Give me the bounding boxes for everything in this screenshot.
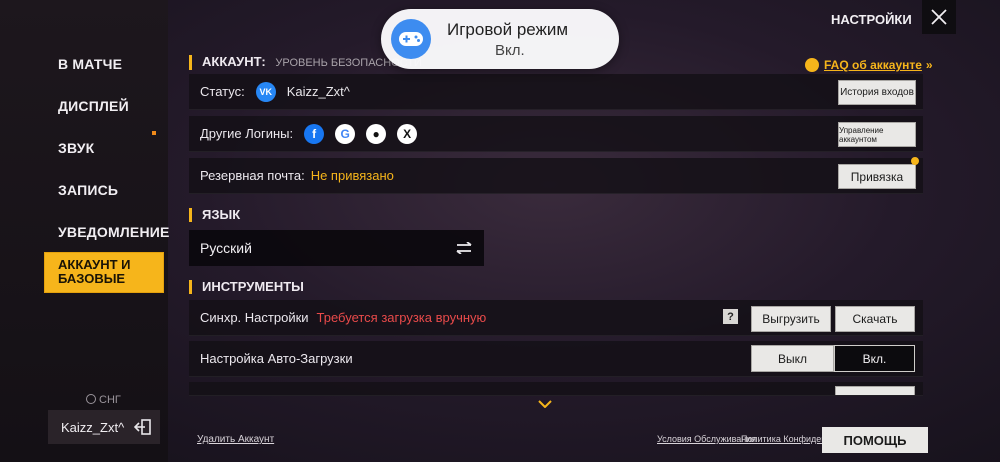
swap-icon [456, 242, 472, 254]
sidebar-item-recording[interactable]: ЗАПИСЬ [58, 182, 118, 198]
account-section-label: АККАУНТ: [202, 54, 266, 69]
sync-status: Требуется загрузка вручную [316, 310, 487, 325]
faq-link[interactable]: FAQ об аккаунте » [805, 58, 933, 72]
help-button[interactable]: ПОМОЩЬ [822, 427, 928, 453]
status-label: Статус: [200, 84, 245, 99]
help-icon[interactable]: ? [723, 309, 738, 324]
manage-account-button[interactable]: Управление аккаунтом [838, 122, 916, 147]
faq-label: FAQ об аккаунте [824, 58, 922, 72]
backup-email-status: Не привязано [310, 168, 394, 183]
user-profile: Kaizz_Zxt^ [48, 410, 160, 444]
status-username: Kaizz_Zxt^ [286, 84, 350, 99]
tools-section-title: ИНСТРУМЕНТЫ [189, 280, 304, 294]
x-icon[interactable]: X [397, 123, 418, 144]
partial-row-button[interactable] [835, 386, 915, 395]
notification-dot [152, 131, 156, 135]
globe-icon [86, 394, 96, 404]
language-selector[interactable]: Русский [189, 230, 484, 266]
toast-subtitle: Вкл. [495, 42, 525, 59]
google-icon[interactable]: G [335, 123, 356, 144]
region-indicator: СНГ [86, 394, 121, 406]
faq-icon [805, 58, 819, 72]
sidebar-item-account[interactable]: АККАУНТ И БАЗОВЫЕ [45, 253, 163, 292]
close-icon [931, 9, 947, 25]
other-logins-row: Другие Логины: f G ● X Управление аккаун… [189, 116, 923, 152]
other-logins-label: Другие Логины: [200, 126, 294, 141]
autoload-label: Настройка Авто-Загрузки [200, 351, 353, 366]
backup-email-label: Резервная почта: [200, 168, 305, 183]
sidebar-item-sound[interactable]: ЗВУК [58, 140, 94, 156]
language-section-title: ЯЗЫК [189, 208, 240, 222]
sidebar-item-display[interactable]: ДИСПЛЕЙ [58, 98, 129, 114]
sidebar-item-in-match[interactable]: В МАТЧЕ [58, 56, 122, 72]
sync-row: Синхр. Настройки Требуется загрузка вруч… [189, 300, 923, 336]
partial-row [189, 382, 923, 396]
language-value: Русский [200, 240, 252, 256]
upload-button[interactable]: Выгрузить [751, 306, 831, 332]
close-button[interactable] [922, 0, 956, 34]
gamepad-icon [391, 19, 431, 59]
region-label: СНГ [99, 394, 121, 406]
finger-icon [911, 157, 919, 165]
autoload-row: Настройка Авто-Загрузки Выкл Вкл. [189, 341, 923, 377]
vk-icon: VK [255, 81, 276, 102]
download-button[interactable]: Скачать [835, 306, 915, 332]
login-history-button[interactable]: История входов [838, 80, 916, 105]
autoload-off-button[interactable]: Выкл [751, 345, 834, 372]
bind-button[interactable]: Привязка [838, 164, 916, 189]
privacy-link[interactable]: Политика Конфиденц. [741, 434, 834, 444]
facebook-icon[interactable]: f [304, 123, 325, 144]
sync-label: Синхр. Настройки [200, 310, 309, 325]
toast-title: Игровой режим [447, 20, 569, 39]
username: Kaizz_Zxt^ [61, 419, 125, 435]
game-mode-toast: Игровой режим Вкл. [381, 9, 619, 69]
backup-email-row: Резервная почта: Не привязано Привязка [189, 157, 923, 194]
chevron-down-icon[interactable] [538, 400, 552, 408]
autoload-on-button[interactable]: Вкл. [834, 345, 915, 372]
apple-icon[interactable]: ● [366, 123, 387, 144]
sidebar-item-notifications[interactable]: УВЕДОМЛЕНИЕ [58, 224, 170, 240]
logout-icon[interactable] [134, 418, 152, 436]
chevron-right-icon: » [925, 58, 933, 72]
status-row: Статус: VK Kaizz_Zxt^ История входов [189, 74, 923, 110]
page-title: НАСТРОЙКИ [831, 12, 912, 27]
sidebar: В МАТЧЕ ДИСПЛЕЙ ЗВУК ЗАПИСЬ УВЕДОМЛЕНИЕ … [0, 0, 170, 462]
delete-account-link[interactable]: Удалить Аккаунт [197, 434, 274, 445]
